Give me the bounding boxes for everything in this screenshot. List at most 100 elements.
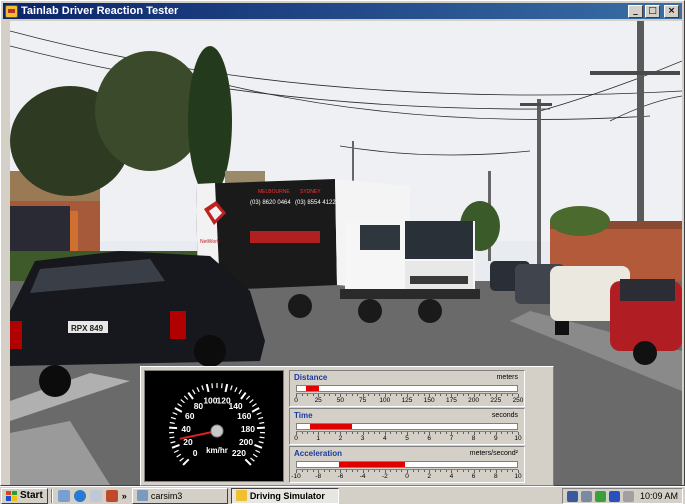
show-desktop-icon[interactable] <box>57 489 70 502</box>
taskbar: Start » carsim3 Driving Simulator 10:09 … <box>0 486 685 504</box>
minimize-button[interactable]: _ <box>628 4 643 18</box>
meter-tick <box>418 432 420 434</box>
speedometer-tick <box>220 383 223 389</box>
meter-tick <box>440 394 442 396</box>
speedometer-tick <box>234 387 238 393</box>
media-player-icon[interactable] <box>105 489 118 502</box>
folder-icon <box>136 490 148 501</box>
speedometer-tick-label: 220 <box>232 448 246 458</box>
meter-tick <box>379 470 381 472</box>
task-button-driving-simulator[interactable]: Driving Simulator <box>230 487 339 504</box>
meter-tick <box>434 470 436 472</box>
meter-tick <box>501 394 503 396</box>
meter-tick <box>445 394 447 396</box>
messenger-icon[interactable] <box>608 490 620 502</box>
task-button-carsim3[interactable]: carsim3 <box>131 487 228 504</box>
network-icon[interactable] <box>566 490 578 502</box>
meter-tick <box>462 394 464 396</box>
driving-simulator-icon <box>235 490 247 501</box>
window-title: Tainlab Driver Reaction Tester <box>21 5 179 17</box>
speedometer-tick <box>183 395 189 400</box>
meter-tick <box>395 470 397 472</box>
meters-panel: Distance meters 0 25 50 75 100 125 150 175 200 22… <box>289 370 525 484</box>
meter-tick <box>390 470 392 472</box>
speedometer-unit: km/hr <box>206 446 228 455</box>
distance-unit: meters <box>496 374 518 381</box>
meter-tick-label: 125 <box>401 397 413 404</box>
speedometer-tick <box>196 387 200 393</box>
meter-tick <box>423 432 425 434</box>
speedometer-tick <box>169 421 175 424</box>
speedometer-tick <box>255 449 261 454</box>
meter-tick <box>323 394 325 396</box>
speedometer-tick <box>244 458 252 466</box>
meter-tick <box>506 470 508 472</box>
meter-tick <box>312 394 314 396</box>
distance-fill <box>305 386 319 391</box>
meter-tick <box>334 470 336 472</box>
internet-explorer-icon[interactable] <box>73 489 86 502</box>
meter-tick <box>307 470 309 472</box>
speedometer-tick-label: 160 <box>237 411 251 421</box>
meter-tick-label: 7 <box>449 435 454 442</box>
meter-tick <box>434 432 436 434</box>
outlook-icon[interactable] <box>89 489 102 502</box>
speedometer-tick <box>224 383 229 393</box>
meter-tick <box>329 470 331 472</box>
speedometer-hub <box>210 424 224 438</box>
speedometer-tick <box>256 412 262 416</box>
speedometer-tick-label: 200 <box>239 437 253 447</box>
meter-tick <box>390 394 392 396</box>
system-tray: 10:09 AM <box>561 488 683 504</box>
speedometer-tick <box>251 403 257 407</box>
distance-bar <box>296 385 518 392</box>
speedometer-tick <box>258 416 264 420</box>
acceleration-title: Acceleration <box>294 449 343 458</box>
meter-tick <box>479 470 481 472</box>
app-icon[interactable] <box>5 4 18 18</box>
maximize-button[interactable]: □ <box>645 4 660 18</box>
antivirus-icon[interactable] <box>594 490 606 502</box>
volume-icon[interactable] <box>580 490 592 502</box>
speedometer-tick <box>252 453 258 458</box>
meter-tick <box>423 394 425 396</box>
meter-tick <box>301 432 303 434</box>
truck-label-left: MELBOURNE <box>258 189 290 195</box>
speedometer-tick <box>182 458 190 466</box>
distance-title: Distance <box>294 373 328 382</box>
meter-tick <box>312 432 314 434</box>
meter-tick <box>312 470 314 472</box>
monitor-icon[interactable] <box>622 490 634 502</box>
speedometer-tick <box>230 385 233 391</box>
meter-tick <box>379 432 381 434</box>
close-button[interactable]: × <box>664 4 679 18</box>
meter-tick <box>462 432 464 434</box>
speedometer-tick <box>256 426 265 430</box>
speedometer-tick <box>251 407 260 413</box>
meter-tick <box>412 394 414 396</box>
title-bar[interactable]: Tainlab Driver Reaction Tester _ □ × <box>3 3 682 19</box>
meter-tick <box>440 432 442 434</box>
speedometer-tick <box>259 421 265 424</box>
meter-tick <box>423 470 425 472</box>
meter-tick <box>490 432 492 434</box>
meter-tick <box>368 432 370 434</box>
meter-tick-label: 2 <box>338 435 343 442</box>
meter-tick-label: 6 <box>427 435 431 442</box>
start-button[interactable]: Start <box>1 487 48 504</box>
meter-tick <box>501 432 503 434</box>
time-fill <box>310 424 352 429</box>
instrument-panel: 0 20 40 60 80 100 120 140 160 180 200 220 km/hr Dist… <box>140 366 554 486</box>
meter-tick <box>456 470 458 472</box>
speedometer-tick <box>249 399 254 404</box>
meter-tick <box>484 470 486 472</box>
acceleration-meter: Acceleration meters/second² -10 -8 -6 -4 -2 0… <box>289 446 525 483</box>
meter-tick <box>301 470 303 472</box>
quicklaunch-chevron-icon[interactable]: » <box>122 491 127 501</box>
meter-tick <box>434 394 436 396</box>
meter-tick <box>512 394 514 396</box>
meter-tick <box>395 394 397 396</box>
meter-tick-label: 75 <box>358 397 367 404</box>
speedometer-tick <box>259 436 265 439</box>
speedometer-tick <box>201 385 204 391</box>
